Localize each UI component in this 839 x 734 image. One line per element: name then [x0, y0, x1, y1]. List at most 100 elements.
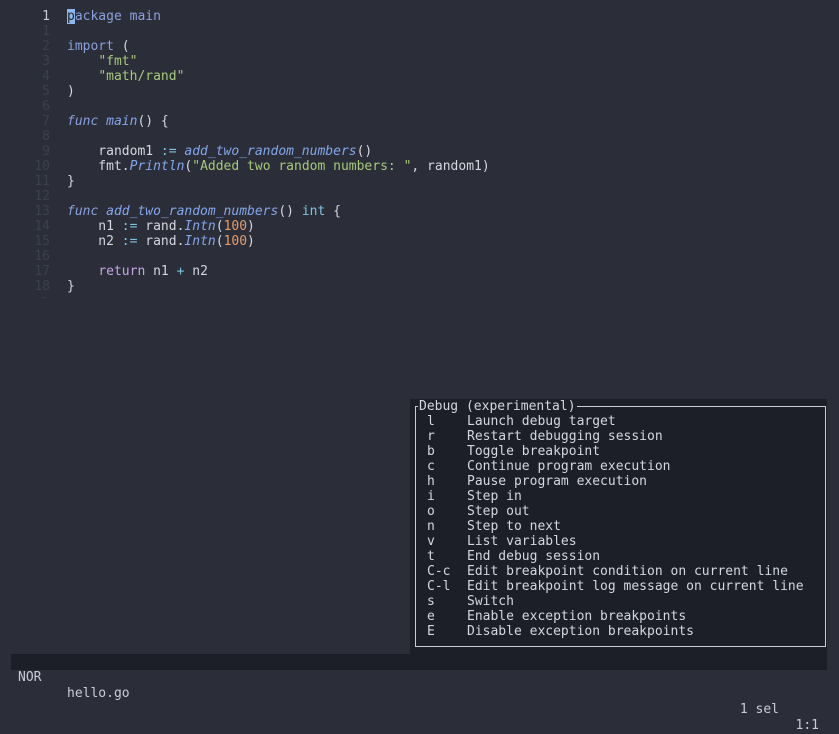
line-number: 4: [42, 69, 50, 84]
buffer-end-row: ~: [0, 290, 839, 305]
menu-item-description: Step to next: [467, 519, 561, 534]
code-line[interactable]: 14 n1 := rand.Intn(100): [0, 219, 839, 234]
menu-item-key: i: [427, 489, 435, 504]
menu-item-key: E: [427, 624, 435, 639]
code-token: int: [301, 204, 326, 219]
line-number: 9: [42, 144, 50, 159]
code-text[interactable]: random1 := add_two_random_numbers(): [67, 144, 372, 159]
code-token: 100: [223, 219, 248, 234]
code-line[interactable]: 3 "fmt": [0, 54, 839, 69]
menu-item-description: Launch debug target: [467, 414, 616, 429]
code-token: n2: [184, 264, 208, 279]
menu-item-description: Edit breakpoint condition on current lin…: [467, 564, 788, 579]
code-token: ): [247, 234, 255, 249]
code-line[interactable]: 7 func main() {: [0, 114, 839, 129]
code-line[interactable]: 2 import (: [0, 39, 839, 54]
code-line[interactable]: 17 return n1 + n2: [0, 264, 839, 279]
menu-item-key: r: [427, 429, 435, 444]
code-line[interactable]: 10 fmt.Println("Added two random numbers…: [0, 159, 839, 174]
line-number: 10: [34, 159, 50, 174]
code-token: , random1): [411, 159, 490, 174]
menu-item-description: Continue program execution: [467, 459, 671, 474]
code-token: n1: [145, 264, 177, 279]
code-token: add_two_random_numbers: [106, 204, 279, 219]
menu-item-description: Enable exception breakpoints: [467, 609, 687, 624]
popup-title: Debug (experimental): [418, 399, 577, 414]
menu-item-description: Step in: [467, 489, 522, 504]
menu-item-key: h: [427, 474, 435, 489]
line-number: 1: [42, 24, 50, 39]
status-bar: NOR hello.go 1 sel 1:1: [11, 654, 827, 733]
line-number: 2: [42, 39, 50, 54]
line-number: 11: [34, 174, 50, 189]
menu-item-key: C-c: [427, 564, 451, 579]
menu-item-key: e: [427, 609, 435, 624]
code-token: import: [67, 39, 114, 54]
code-token: main: [129, 9, 161, 24]
code-token: ): [67, 84, 75, 99]
code-line[interactable]: 13 func add_two_random_numbers() int {: [0, 204, 839, 219]
code-token: main: [106, 114, 138, 129]
line-number: 5: [42, 84, 50, 99]
code-text[interactable]: n1 := rand.Intn(100): [67, 219, 255, 234]
code-line[interactable]: 9 random1 := add_two_random_numbers(): [0, 144, 839, 159]
code-text[interactable]: import (: [67, 39, 130, 54]
line-number: 17: [34, 264, 50, 279]
code-line[interactable]: 12: [0, 189, 839, 204]
menu-item-description: Disable exception breakpoints: [467, 624, 694, 639]
code-token: n2: [67, 234, 122, 249]
menu-item-key: o: [427, 504, 435, 519]
code-text[interactable]: }: [67, 174, 75, 189]
buffer-end-marker: ~: [41, 291, 48, 304]
menu-item-description: End debug session: [467, 549, 601, 564]
code-token: random1: [67, 144, 161, 159]
code-line[interactable]: 6: [0, 99, 839, 114]
code-line[interactable]: 1: [0, 24, 839, 39]
code-token: Println: [129, 159, 185, 174]
code-text[interactable]: func add_two_random_numbers() int {: [67, 204, 341, 219]
code-text[interactable]: return n1 + n2: [67, 264, 208, 279]
line-number: 3: [42, 54, 50, 69]
code-line[interactable]: 8: [0, 129, 839, 144]
code-token: (): [278, 204, 302, 219]
code-line[interactable]: 5): [0, 84, 839, 99]
code-token: "fmt": [98, 54, 138, 69]
code-text[interactable]: "fmt": [67, 54, 137, 69]
line-number: 14: [34, 219, 50, 234]
selection-count: 1 sel: [739, 702, 779, 717]
code-text[interactable]: fmt.Println("Added two random numbers: "…: [67, 159, 490, 174]
code-token: :=: [160, 144, 177, 159]
code-line[interactable]: 11}: [0, 174, 839, 189]
mode-indicator: NOR: [18, 670, 42, 685]
code-text[interactable]: package main: [67, 9, 161, 24]
code-token: Intn: [184, 219, 216, 234]
line-number: 12: [34, 189, 50, 204]
code-token: func: [67, 204, 99, 219]
menu-item-key: c: [427, 459, 435, 474]
line-number: 8: [42, 129, 50, 144]
code-token: :=: [121, 219, 138, 234]
code-token: rand.: [137, 234, 185, 249]
code-token: rand.: [137, 219, 185, 234]
menu-item-key: b: [427, 444, 435, 459]
code-text[interactable]: ): [67, 84, 75, 99]
menu-item-description: List variables: [467, 534, 577, 549]
code-line[interactable]: 4 "math/rand": [0, 69, 839, 84]
menu-item-description: Pause program execution: [467, 474, 648, 489]
code-text[interactable]: n2 := rand.Intn(100): [67, 234, 255, 249]
line-number: 1: [42, 9, 50, 24]
code-line[interactable]: 16: [0, 249, 839, 264]
code-line[interactable]: 1 package main: [0, 9, 839, 24]
code-line[interactable]: 15 n2 := rand.Intn(100): [0, 234, 839, 249]
code-text[interactable]: "math/rand": [67, 69, 184, 84]
code-text[interactable]: func main() {: [67, 114, 169, 129]
debug-menu-popup: Debug (experimental) l Launch debug targe…: [410, 399, 827, 654]
code-token: (: [215, 234, 224, 249]
code-token: Intn: [184, 234, 216, 249]
